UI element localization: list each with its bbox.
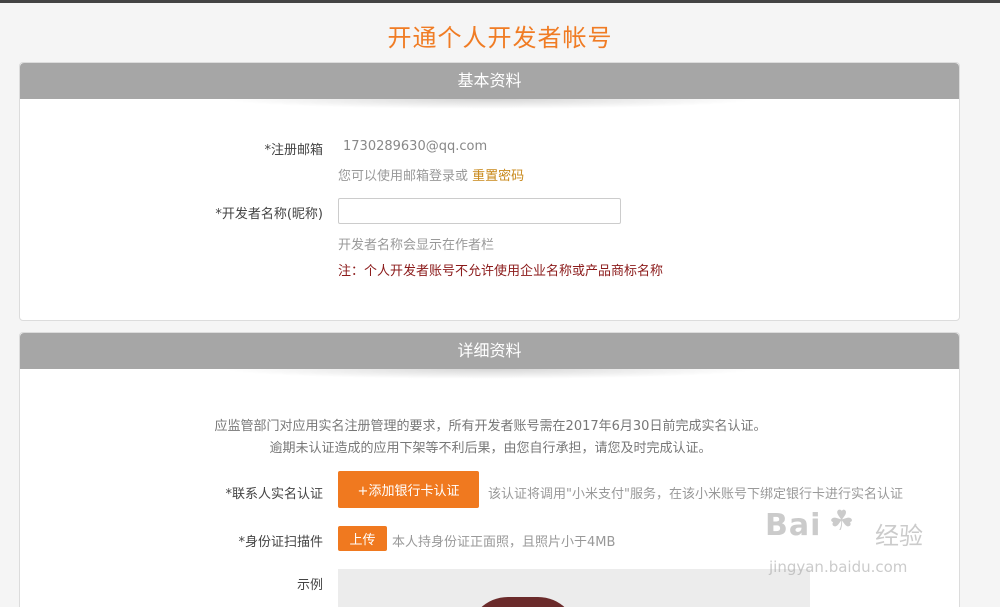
dev-name-input[interactable] (338, 198, 621, 224)
id-scan-label: *身份证扫描件 (238, 535, 323, 550)
realname-hint: 该认证将调用"小米支付"服务，在该小米账号下绑定银行卡进行实名认证 (488, 487, 903, 502)
example-label: 示例 (296, 578, 323, 593)
detail-info-header: 详细资料 (20, 333, 959, 369)
basic-info-panel: 基本资料 *注册邮箱 1730289630@qq.com 您可以使用邮箱登录或 … (19, 62, 960, 321)
realname-label: *联系人实名认证 (225, 487, 323, 502)
add-bank-card-button[interactable]: +添加银行卡认证 (338, 471, 479, 508)
notice-line-2: 逾期未认证造成的应用下架等不利后果，由您自行承担，请您及时完成认证。 (269, 441, 712, 456)
email-hint: 您可以使用邮箱登录或 重置密码 (338, 165, 524, 184)
email-hint-text: 您可以使用邮箱登录或 (338, 169, 469, 184)
dev-name-label: *开发者名称(昵称) (215, 207, 323, 222)
upload-button[interactable]: 上传 (338, 526, 387, 551)
top-border (0, 0, 1000, 3)
watermark-url: jingyan.baidu.com (769, 558, 908, 576)
basic-info-header: 基本资料 (20, 63, 959, 99)
watermark-brand-suffix: 经验 (875, 522, 923, 550)
dev-name-warning: 注：个人开发者账号不允许使用企业名称或产品商标名称 (338, 264, 664, 279)
watermark-brand: Bai (765, 508, 822, 543)
email-label: *注册邮箱 (264, 143, 323, 158)
baidu-jingyan-watermark: Bai ☘ 经验 jingyan.baidu.com (765, 504, 950, 588)
example-photo-subject (468, 597, 578, 607)
header-shadow (220, 369, 760, 379)
paw-icon: ☘ (829, 504, 855, 537)
page-title: 开通个人开发者帐号 (387, 24, 613, 52)
id-scan-hint: 本人持身份证正面照，且照片小于4MB (392, 535, 616, 550)
header-shadow (220, 99, 760, 109)
example-photo (338, 569, 810, 607)
email-value: 1730289630@qq.com (343, 139, 488, 154)
dev-name-hint: 开发者名称会显示在作者栏 (338, 238, 495, 253)
notice-line-1: 应监管部门对应用实名注册管理的要求，所有开发者账号需在2017年6月30日前完成… (214, 419, 767, 434)
reset-password-link[interactable]: 重置密码 (472, 169, 524, 184)
